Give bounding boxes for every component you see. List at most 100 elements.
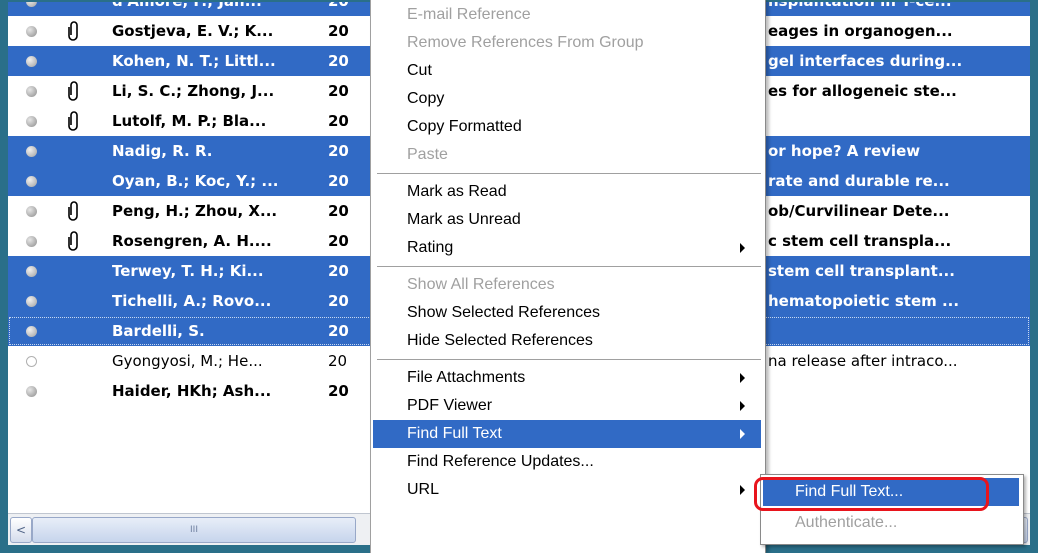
year-cell: 20 xyxy=(328,322,349,340)
year-cell: 20 xyxy=(328,292,349,310)
submenu-arrow-icon xyxy=(740,429,745,439)
menu-item-label: Remove References From Group xyxy=(407,34,644,51)
unread-status-icon[interactable] xyxy=(26,26,37,37)
unread-status-icon[interactable] xyxy=(26,146,37,157)
title-cell: gel interfaces during... xyxy=(768,52,963,70)
author-cell: d'Amore, F.; Jan... xyxy=(112,2,322,16)
menu-item-label: Cut xyxy=(407,62,432,79)
submenu-arrow-icon xyxy=(740,373,745,383)
title-cell: c stem cell transpla... xyxy=(768,232,952,250)
menu-item-copy[interactable]: Copy xyxy=(373,85,761,113)
title-cell: stem cell transplant... xyxy=(768,262,955,280)
menu-item-label: Mark as Unread xyxy=(407,211,521,228)
menu-separator xyxy=(377,266,761,268)
menu-item-label: URL xyxy=(407,481,440,498)
year-cell: 20 xyxy=(328,352,348,370)
year-cell: 20 xyxy=(328,202,349,220)
author-cell: Li, S. C.; Zhong, J... xyxy=(112,82,275,100)
author-cell: Peng, H.; Zhou, X... xyxy=(112,202,278,220)
author-cell: Gyongyosi, M.; He... xyxy=(112,352,263,370)
menu-item-label: Mark as Read xyxy=(407,183,507,200)
unread-status-icon[interactable] xyxy=(26,86,37,97)
author-cell: Gostjeva, E. V.; K... xyxy=(112,22,274,40)
submenu-arrow-icon xyxy=(740,485,745,495)
menu-item-label: Rating xyxy=(407,239,454,256)
highlight-callout xyxy=(754,477,989,511)
menu-item-label: PDF Viewer xyxy=(407,397,493,414)
year-cell: 20 xyxy=(328,82,349,100)
submenu-item-authenticate[interactable]: Authenticate... xyxy=(763,509,1019,537)
context-menu: E-mail Reference Remove References From G… xyxy=(370,0,766,553)
title-cell: es for allogeneic ste... xyxy=(768,82,957,100)
author-cell: Lutolf, M. P.; Bla... xyxy=(112,112,267,130)
scroll-left-arrow-icon[interactable]: < xyxy=(10,517,32,543)
author-cell: Nadig, R. R. xyxy=(112,142,213,160)
author-cell: Haider, HKh; Ash... xyxy=(112,382,272,400)
year-cell: 20 xyxy=(328,262,349,280)
year-cell: 20 xyxy=(328,2,358,16)
title-cell: nsplantation in T-ce... xyxy=(768,2,1030,16)
unread-status-icon[interactable] xyxy=(26,176,37,187)
menu-item-label: Find Reference Updates... xyxy=(407,453,594,470)
title-cell: na release after intraco... xyxy=(768,352,958,370)
title-cell: rate and durable re... xyxy=(768,172,950,190)
year-cell: 20 xyxy=(328,232,349,250)
unread-status-icon[interactable] xyxy=(26,206,37,217)
read-status-icon[interactable] xyxy=(26,356,37,367)
menu-item-label: Hide Selected References xyxy=(407,332,593,349)
menu-item-label: Copy Formatted xyxy=(407,118,522,135)
menu-item-file-attachments[interactable]: File Attachments xyxy=(373,364,761,392)
author-cell: Kohen, N. T.; Littl... xyxy=(112,52,276,70)
menu-separator xyxy=(377,173,761,175)
menu-item-remove-references-from-group[interactable]: Remove References From Group xyxy=(373,29,761,57)
menu-item-cut[interactable]: Cut xyxy=(373,57,761,85)
menu-item-label: File Attachments xyxy=(407,369,526,386)
menu-item-show-all-references[interactable]: Show All References xyxy=(373,271,761,299)
year-cell: 20 xyxy=(328,112,349,130)
menu-item-label: Show All References xyxy=(407,276,555,293)
menu-separator xyxy=(377,359,761,361)
unread-status-icon[interactable] xyxy=(26,266,37,277)
author-cell: Tichelli, A.; Rovo... xyxy=(112,292,272,310)
unread-status-icon[interactable] xyxy=(26,296,37,307)
year-cell: 20 xyxy=(328,172,349,190)
title-cell: eages in organogen... xyxy=(768,22,953,40)
author-cell: Bardelli, S. xyxy=(112,322,205,340)
menu-item-e-mail-reference[interactable]: E-mail Reference xyxy=(373,1,761,29)
year-cell: 20 xyxy=(328,52,349,70)
menu-item-rating[interactable]: Rating xyxy=(373,234,761,262)
author-cell: Rosengren, A. H.... xyxy=(112,232,272,250)
menu-item-find-full-text[interactable]: Find Full Text xyxy=(373,420,761,448)
unread-status-icon[interactable] xyxy=(26,386,37,397)
unread-status-icon[interactable] xyxy=(26,56,37,67)
menu-item-pdf-viewer[interactable]: PDF Viewer xyxy=(373,392,761,420)
year-cell: 20 xyxy=(328,382,349,400)
unread-status-icon[interactable] xyxy=(26,116,37,127)
unread-status-icon[interactable] xyxy=(26,326,37,337)
menu-item-find-reference-updates[interactable]: Find Reference Updates... xyxy=(373,448,761,476)
menu-item-label: E-mail Reference xyxy=(407,6,531,23)
author-cell: Terwey, T. H.; Ki... xyxy=(112,262,264,280)
menu-item-show-selected-references[interactable]: Show Selected References xyxy=(373,299,761,327)
title-cell: or hope? A review xyxy=(768,142,921,160)
menu-item-label: Show Selected References xyxy=(407,304,600,321)
menu-item-paste[interactable]: Paste xyxy=(373,141,761,169)
menu-item-mark-as-unread[interactable]: Mark as Unread xyxy=(373,206,761,234)
menu-item-label: Paste xyxy=(407,146,448,163)
menu-item-hide-selected-references[interactable]: Hide Selected References xyxy=(373,327,761,355)
scrollbar-thumb[interactable]: III xyxy=(32,517,356,543)
menu-item-copy-formatted[interactable]: Copy Formatted xyxy=(373,113,761,141)
submenu-arrow-icon xyxy=(740,243,745,253)
menu-item-url[interactable]: URL xyxy=(373,476,761,504)
year-cell: 20 xyxy=(328,142,349,160)
menu-item-label: Find Full Text xyxy=(407,425,502,442)
submenu-arrow-icon xyxy=(740,401,745,411)
menu-item-mark-as-read[interactable]: Mark as Read xyxy=(373,178,761,206)
title-cell: hematopoietic stem ... xyxy=(768,292,960,310)
title-cell: ob/Curvilinear Dete... xyxy=(768,202,950,220)
year-cell: 20 xyxy=(328,22,349,40)
menu-item-label: Copy xyxy=(407,90,445,107)
author-cell: Oyan, B.; Koc, Y.; ... xyxy=(112,172,279,190)
unread-status-icon[interactable] xyxy=(26,2,37,7)
unread-status-icon[interactable] xyxy=(26,236,37,247)
